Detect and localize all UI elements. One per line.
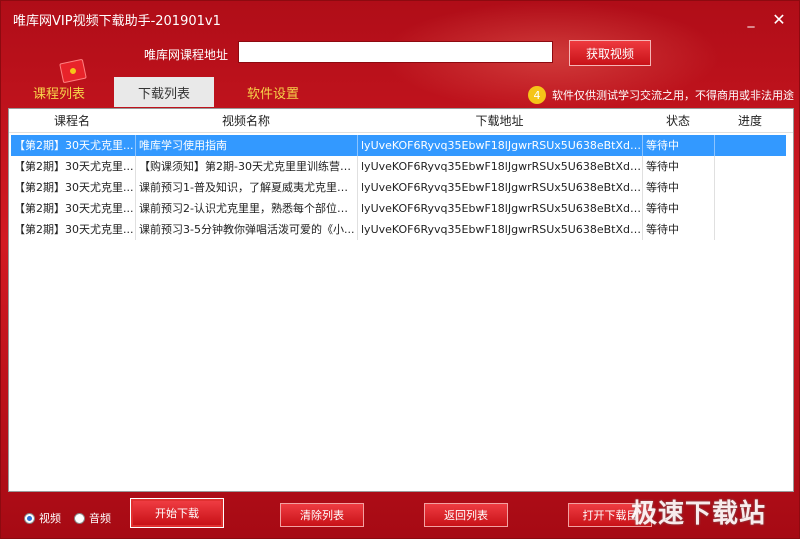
radio-audio[interactable]: 音频 <box>74 510 111 526</box>
tab-course-list[interactable]: 课程列表 <box>9 77 109 107</box>
minimize-icon[interactable]: _ <box>743 13 759 27</box>
cell-status: 等待中 <box>642 198 714 219</box>
watermark: 极速下载站 <box>631 499 767 529</box>
cell-course: 【第2期】30天尤克里... <box>14 202 134 215</box>
app-window: 唯库网VIP视频下载助手-201901v1 _ ✕ 唯库网课程地址 获取视频 课… <box>0 0 800 539</box>
col-header-status[interactable]: 状态 <box>642 109 714 133</box>
radio-video[interactable]: 视频 <box>24 510 61 526</box>
course-url-label: 唯库网课程地址 <box>144 48 229 62</box>
cell-progress <box>714 135 786 156</box>
cell-url: lyUveKOF6Ryvq35EbwF18lJgwrRSUx5U638eBtXd… <box>357 135 642 156</box>
radio-audio-indicator[interactable] <box>74 512 85 524</box>
radio-video-indicator[interactable] <box>24 512 35 524</box>
table-row[interactable]: 【第2期】30天尤克里... 课前预习3-5分钟教你弹唱活泼可爱的《小... l… <box>11 219 786 240</box>
cell-video: 唯库学习使用指南 <box>135 135 357 156</box>
cell-status: 等待中 <box>642 135 714 156</box>
cell-video: 【购课须知】第2期-30天尤克里里训练营，... <box>135 156 357 177</box>
fetch-video-button[interactable]: 获取视频 <box>569 40 651 66</box>
table-row[interactable]: 【第2期】30天尤克里... 唯库学习使用指南 lyUveKOF6Ryvq35E… <box>11 135 786 156</box>
radio-audio-label: 音频 <box>89 512 111 525</box>
download-table: 课程名 视频名称 下载地址 状态 进度 【第2期】30天尤克里... 唯库学习使… <box>8 108 794 492</box>
cell-course: 【第2期】30天尤克里... <box>14 139 134 152</box>
radio-video-label: 视频 <box>39 512 61 525</box>
table-row[interactable]: 【第2期】30天尤克里... 课前预习1-普及知识，了解夏威夷尤克里里... l… <box>11 177 786 198</box>
cell-url: lyUveKOF6Ryvq35EbwF18lJgwrRSUx5U638eBtXd… <box>357 198 642 219</box>
notice: 4 软件仅供测试学习交流之用，不得商用或非法用途 <box>528 86 794 104</box>
cell-status: 等待中 <box>642 177 714 198</box>
cell-status: 等待中 <box>642 219 714 240</box>
cell-url: lyUveKOF6Ryvq35EbwF18lJgwrRSUx5U638eBtXd… <box>357 177 642 198</box>
clear-list-button[interactable]: 清除列表 <box>280 503 364 527</box>
course-url-input[interactable] <box>238 41 553 63</box>
cell-course: 【第2期】30天尤克里... <box>14 160 134 173</box>
notice-text: 软件仅供测试学习交流之用，不得商用或非法用途 <box>552 89 794 102</box>
notice-badge-icon: 4 <box>528 86 546 104</box>
cell-status: 等待中 <box>642 156 714 177</box>
cell-video: 课前预习3-5分钟教你弹唱活泼可爱的《小... <box>135 219 357 240</box>
close-icon[interactable]: ✕ <box>771 12 787 28</box>
cell-course: 【第2期】30天尤克里... <box>14 223 134 236</box>
tab-download-list[interactable]: 下载列表 <box>114 77 214 107</box>
cell-course: 【第2期】30天尤克里... <box>14 181 134 194</box>
col-header-progress[interactable]: 进度 <box>714 109 786 133</box>
cell-progress <box>714 156 786 177</box>
cell-url: lyUveKOF6Ryvq35EbwF18lJgwrRSUx5U638eBtXd… <box>357 219 642 240</box>
col-header-course[interactable]: 课程名 <box>9 109 135 133</box>
start-download-button[interactable]: 开始下载 <box>130 498 224 528</box>
cell-progress <box>714 198 786 219</box>
cell-progress <box>714 219 786 240</box>
cell-video: 课前预习2-认识尤克里里，熟悉每个部位的... <box>135 198 357 219</box>
window-title: 唯库网VIP视频下载助手-201901v1 <box>13 14 221 29</box>
cell-video: 课前预习1-普及知识，了解夏威夷尤克里里... <box>135 177 357 198</box>
back-to-list-button[interactable]: 返回列表 <box>424 503 508 527</box>
cell-url: lyUveKOF6Ryvq35EbwF18lJgwrRSUx5U638eBtXd… <box>357 156 642 177</box>
table-row[interactable]: 【第2期】30天尤克里... 【购课须知】第2期-30天尤克里里训练营，... … <box>11 156 786 177</box>
table-row[interactable]: 【第2期】30天尤克里... 课前预习2-认识尤克里里，熟悉每个部位的... l… <box>11 198 786 219</box>
title-bar: 唯库网VIP视频下载助手-201901v1 _ ✕ <box>1 1 800 35</box>
col-header-video[interactable]: 视频名称 <box>135 109 357 133</box>
cell-progress <box>714 177 786 198</box>
col-header-url[interactable]: 下载地址 <box>357 109 642 133</box>
table-header: 课程名 视频名称 下载地址 状态 进度 <box>9 109 793 133</box>
tab-settings[interactable]: 软件设置 <box>223 77 323 107</box>
